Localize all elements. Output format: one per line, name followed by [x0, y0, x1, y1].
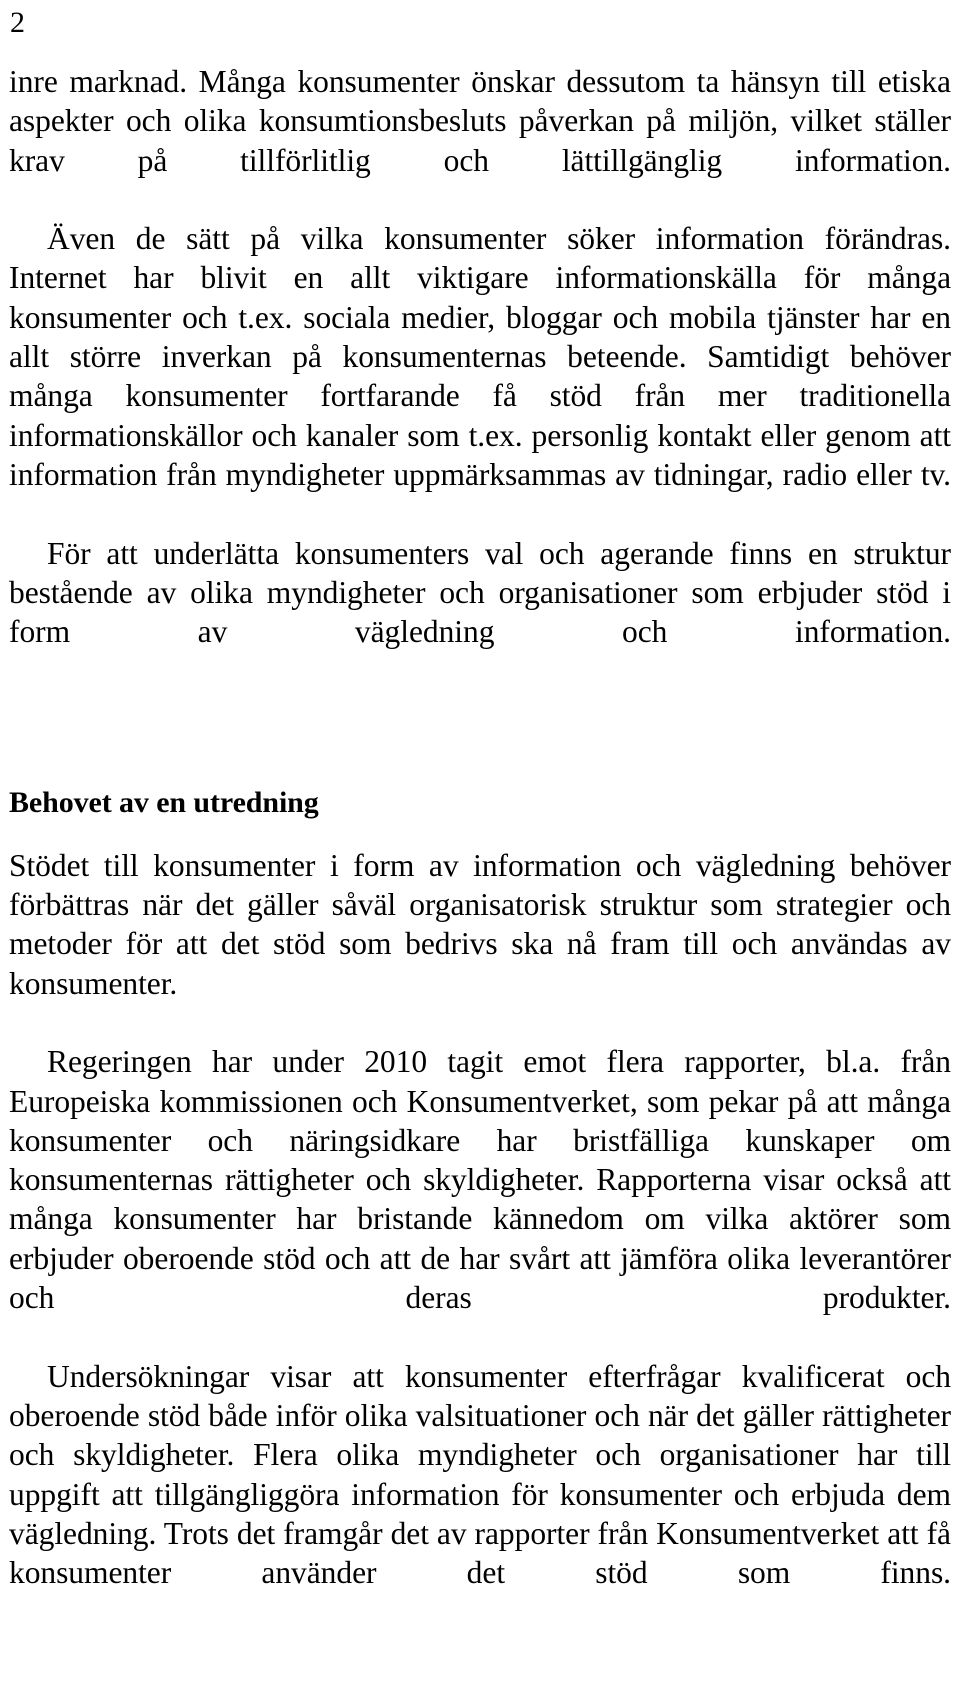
- section-heading-behovet-av-en-utredning: Behovet av en utredning: [9, 785, 319, 819]
- page-body-content: inre marknad. Många konsumenter önskar d…: [9, 62, 951, 1632]
- page-number: 2: [10, 6, 26, 39]
- heading-bottom-spacer: [9, 822, 951, 846]
- body-paragraph-4: Stödet till konsumenter i form av inform…: [9, 847, 951, 1001]
- body-paragraph-3: För att underlätta konsumenters val och …: [9, 535, 951, 650]
- body-paragraph-1: inre marknad. Många konsumenter önskar d…: [9, 64, 951, 178]
- body-paragraph-2: Även de sätt på vilka konsumenter söker …: [9, 221, 951, 492]
- body-paragraph-5: Regeringen har under 2010 tagit emot fle…: [9, 1044, 951, 1316]
- document-page: 2 inre marknad. Många konsumenter önskar…: [0, 0, 960, 1701]
- heading-top-spacer: [9, 691, 951, 783]
- body-paragraph-6: Undersökningar visar att konsumenter eft…: [9, 1358, 951, 1591]
